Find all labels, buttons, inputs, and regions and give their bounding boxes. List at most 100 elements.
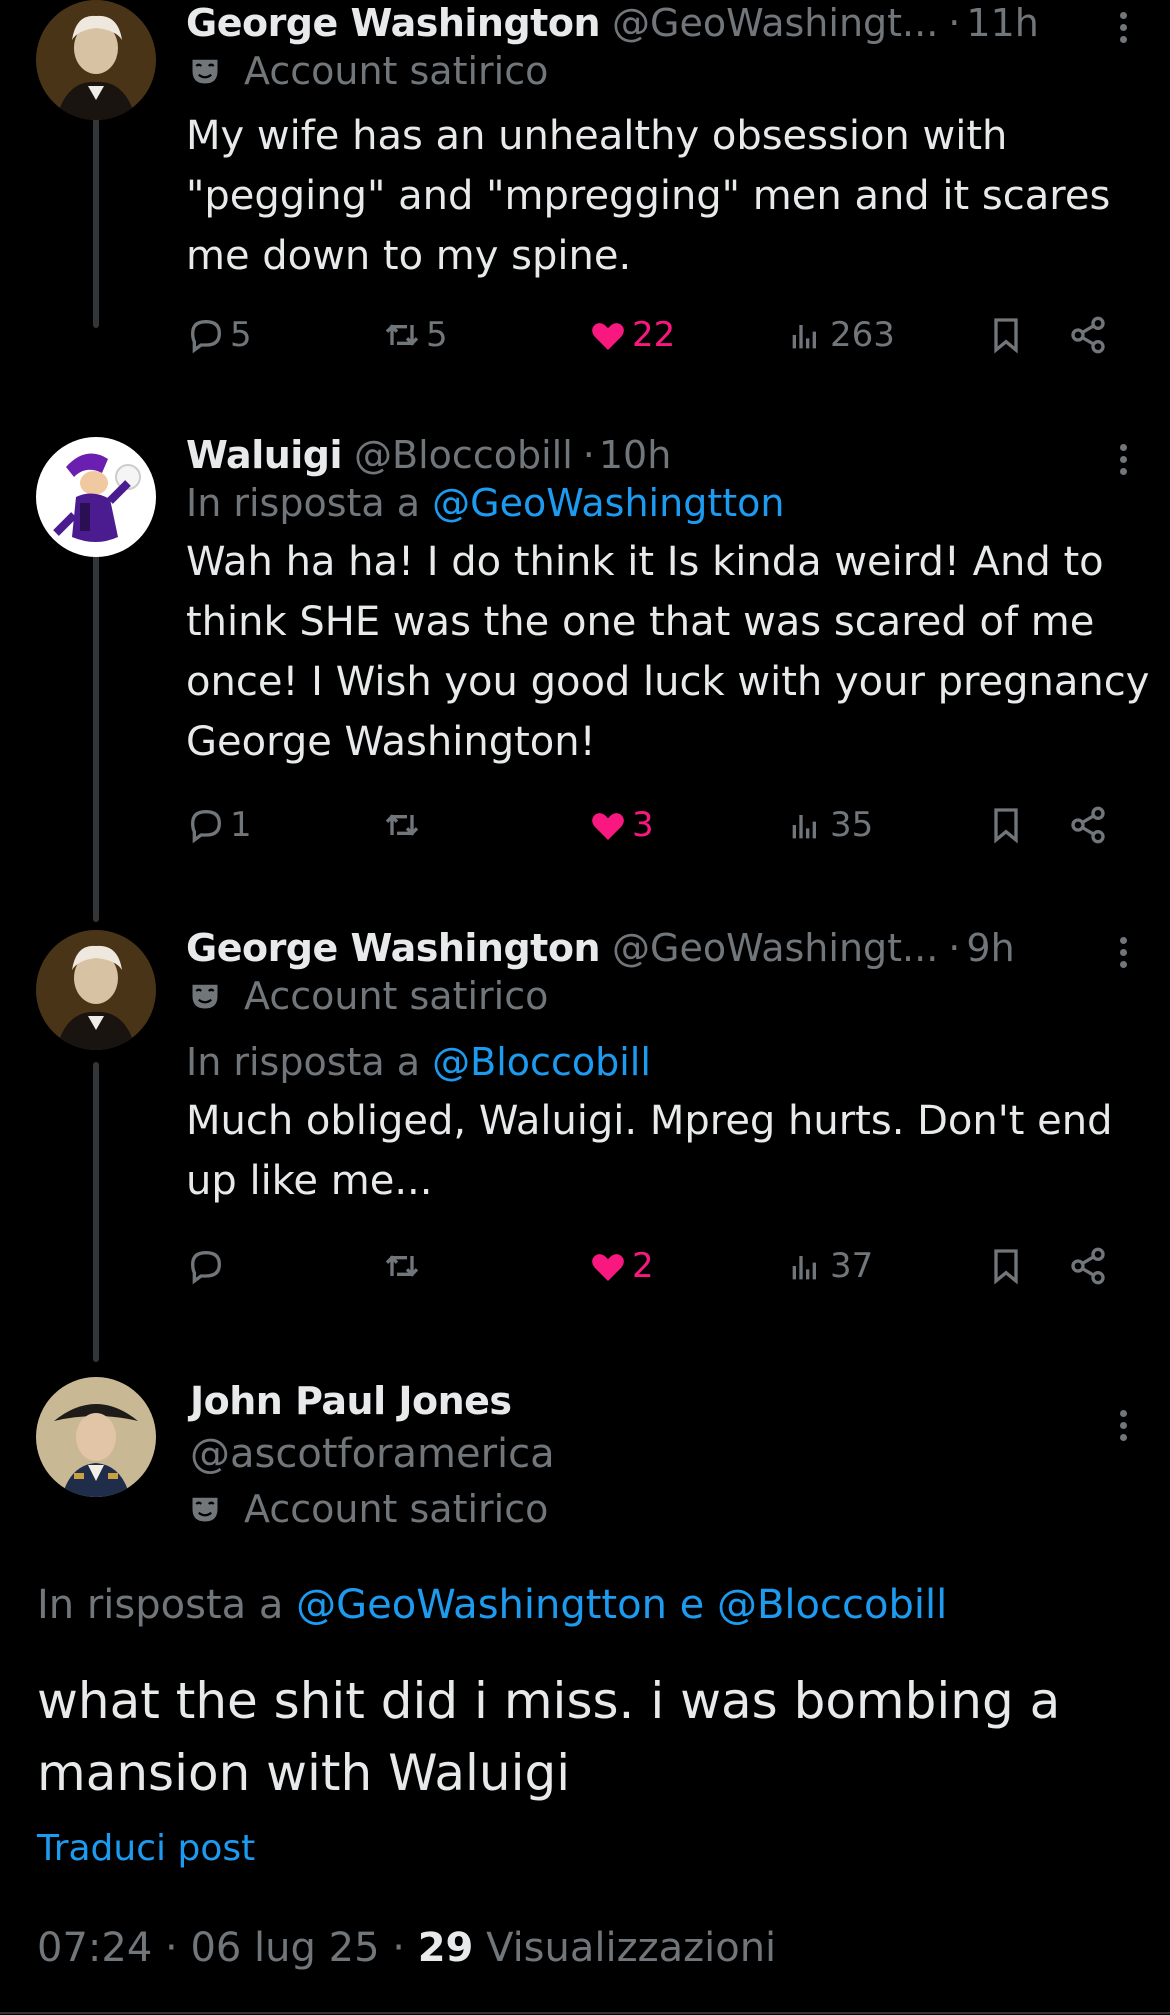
like-button[interactable]: 22 — [588, 308, 675, 362]
like-count: 3 — [632, 805, 654, 845]
like-button[interactable]: 3 — [588, 798, 654, 852]
reply-mention-link[interactable]: @GeoWashingtton — [296, 1582, 667, 1628]
post-date[interactable]: 06 lug 25 — [190, 1925, 379, 1971]
translate-post-link[interactable]: Traduci post — [37, 1828, 255, 1869]
share-icon — [1071, 1247, 1105, 1285]
reply-button[interactable] — [186, 1239, 230, 1293]
views-label: Visualizzazioni — [486, 1925, 777, 1971]
tweet-text: Much obliged, Waluigi. Mpreg hurts. Don'… — [186, 1098, 1113, 1204]
tweet-text: Wah ha ha! I do think it Is kinda weird!… — [186, 539, 1150, 765]
views-icon — [792, 815, 816, 839]
more-icon[interactable] — [1108, 8, 1138, 48]
author-name[interactable]: John Paul Jones — [190, 1378, 512, 1424]
reply-prefix: In risposta a — [186, 1040, 421, 1084]
bookmark-button[interactable] — [986, 798, 1026, 852]
reply-button[interactable]: 1 — [186, 798, 252, 852]
reply-mention-link[interactable]: @Bloccobill — [717, 1582, 947, 1628]
retweet-button[interactable]: 5 — [382, 308, 448, 362]
views-icon — [792, 325, 816, 349]
more-icon[interactable] — [1108, 933, 1138, 973]
bookmark-icon — [994, 318, 1018, 354]
bookmark-button[interactable] — [986, 308, 1026, 362]
view-count: 263 — [830, 315, 895, 355]
reply-count: 5 — [230, 315, 252, 355]
author-handle[interactable]: @GeoWashingt... — [612, 0, 938, 46]
view-count: 35 — [830, 805, 874, 845]
views-button[interactable]: 37 — [786, 1239, 873, 1293]
reply-conjunction: e — [679, 1582, 705, 1628]
like-icon — [592, 1254, 624, 1281]
post-meta: 07:24 · 06 lug 25 · 29 Visualizzazioni — [37, 1925, 776, 1971]
satire-mask-icon — [192, 59, 218, 84]
reply-icon — [190, 319, 222, 354]
share-button[interactable] — [1068, 1239, 1108, 1293]
retweet-button[interactable] — [382, 1239, 426, 1293]
retweet-icon — [385, 324, 419, 346]
satire-mask-icon — [192, 984, 218, 1009]
separator-dot: · — [948, 926, 961, 970]
tweet-header: George Washington @GeoWashingt... · 11h — [186, 0, 1150, 46]
timestamp[interactable]: 11h — [966, 0, 1038, 46]
separator-dot: · — [392, 1925, 405, 1971]
retweet-count: 5 — [426, 315, 448, 355]
timestamp[interactable]: 9h — [966, 925, 1014, 971]
tweet[interactable]: George Washington @GeoWashingt... · 11h … — [186, 0, 1150, 362]
views-button[interactable]: 263 — [786, 308, 895, 362]
author-name-row: John Paul Jones — [190, 1378, 1150, 1424]
reply-button[interactable]: 5 — [186, 308, 252, 362]
retweet-button[interactable] — [382, 798, 426, 852]
timestamp[interactable]: 10h — [599, 432, 671, 478]
share-button[interactable] — [1068, 308, 1108, 362]
post-text: what the shit did i miss. i was bombing … — [37, 1672, 1061, 1802]
tweet[interactable]: George Washington @GeoWashingt... · 9h A… — [186, 925, 1150, 1293]
separator-dot: · — [948, 1, 961, 45]
author-handle[interactable]: @GeoWashingt... — [612, 925, 938, 971]
avatar-george-washington[interactable] — [36, 0, 156, 120]
action-bar: 5 5 22 263 — [186, 308, 1150, 362]
author-name[interactable]: George Washington — [186, 0, 601, 46]
tweet-header: Waluigi @Bloccobill · 10h — [186, 432, 1150, 478]
views-button[interactable]: 35 — [786, 798, 873, 852]
share-icon — [1071, 316, 1105, 354]
separator-dot: · — [582, 433, 595, 477]
retweet-icon — [385, 1255, 419, 1277]
thread-line — [93, 118, 99, 328]
satire-mask-icon — [192, 1497, 218, 1522]
like-button[interactable]: 2 — [588, 1239, 654, 1293]
author-handle[interactable]: @ascotforamerica — [190, 1424, 1150, 1484]
satire-label: Account satirico — [244, 974, 549, 1018]
reply-mention-link[interactable]: @GeoWashingtton — [432, 481, 784, 525]
share-button[interactable] — [1068, 798, 1108, 852]
author-name[interactable]: George Washington — [186, 925, 601, 971]
like-icon — [592, 813, 624, 840]
retweet-icon — [385, 814, 419, 836]
tweet[interactable]: Waluigi @Bloccobill · 10h In risposta a … — [186, 432, 1150, 852]
reply-mention-link[interactable]: @Bloccobill — [432, 1040, 651, 1084]
tweet-text: My wife has an unhealthy obsession with … — [186, 113, 1111, 279]
divider — [0, 2012, 1170, 2014]
thread-line — [93, 510, 99, 922]
author-handle[interactable]: @Bloccobill — [354, 432, 573, 478]
author-name[interactable]: Waluigi — [186, 432, 343, 478]
like-count: 2 — [632, 1246, 654, 1286]
share-icon — [1071, 806, 1105, 844]
satire-badge: Account satirico — [186, 1484, 1150, 1534]
avatar-waluigi[interactable] — [36, 437, 156, 557]
main-post-header: John Paul Jones @ascotforamerica Account… — [190, 1378, 1150, 1534]
post-time[interactable]: 07:24 — [37, 1925, 152, 1971]
bookmark-icon — [994, 808, 1018, 844]
satire-label: Account satirico — [244, 1487, 549, 1531]
more-icon[interactable] — [1108, 1406, 1138, 1446]
satire-badge: Account satirico — [186, 971, 1150, 1021]
like-icon — [592, 323, 624, 350]
satire-label: Account satirico — [244, 49, 549, 93]
action-bar: 2 37 — [186, 1239, 1150, 1293]
avatar-john-paul-jones[interactable] — [36, 1377, 156, 1497]
bookmark-button[interactable] — [986, 1239, 1026, 1293]
avatar-george-washington[interactable] — [36, 930, 156, 1050]
more-icon[interactable] — [1108, 440, 1138, 480]
satire-badge: Account satirico — [186, 46, 1150, 96]
reply-context: In risposta a @GeoWashingtton e @Bloccob… — [37, 1582, 947, 1628]
reply-prefix: In risposta a — [37, 1582, 284, 1628]
reply-count: 1 — [230, 805, 252, 845]
